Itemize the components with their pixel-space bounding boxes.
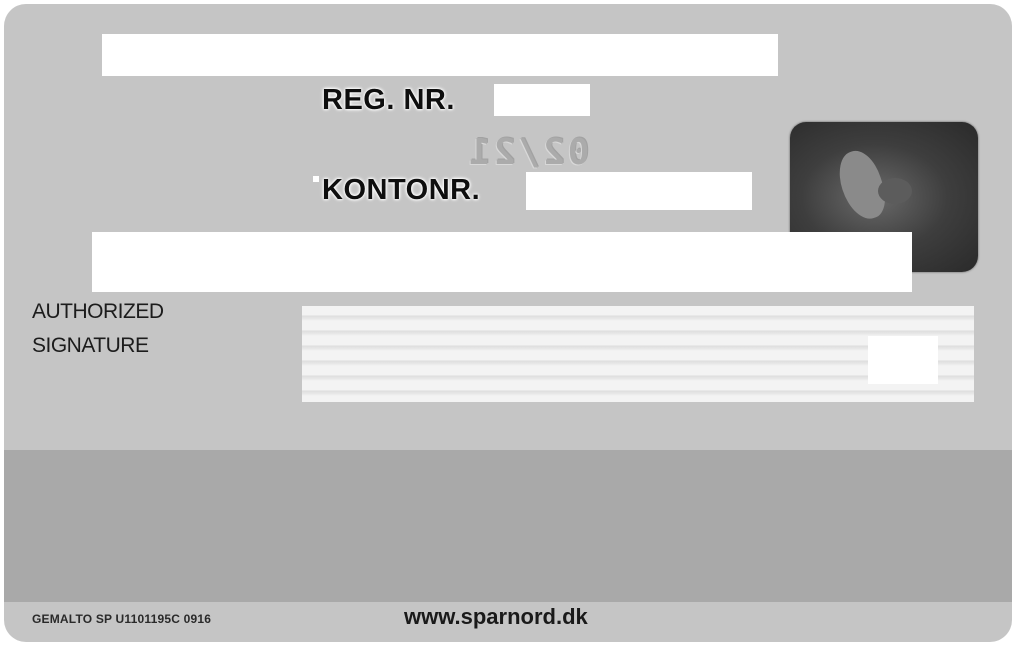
redacted-cardholder-bar [102, 34, 778, 76]
bank-website: www.sparnord.dk [404, 604, 588, 629]
redacted-reg-nr [494, 84, 590, 116]
signature-panel [302, 306, 974, 402]
redaction-dot [313, 176, 319, 182]
bank-card-back: REG. NR. 02/21 KONTONR. AUTHORIZED SIGNA… [4, 4, 1012, 642]
expiry-date: 02/21 [466, 132, 590, 173]
reg-nr-label: REG. NR. [322, 84, 455, 116]
kontonr-label: KONTONR. [322, 174, 481, 206]
authorized-label: AUTHORIZED [32, 300, 164, 323]
hologram-bird-head [878, 178, 912, 204]
magnetic-stripe [4, 450, 1012, 602]
redacted-card-number-bar [92, 232, 912, 292]
signature-label: SIGNATURE [32, 334, 149, 357]
manufacturer-code: GEMALTO SP U1101195C 0916 [32, 612, 212, 626]
redacted-cvv [868, 336, 938, 384]
redacted-account-number [526, 172, 752, 210]
